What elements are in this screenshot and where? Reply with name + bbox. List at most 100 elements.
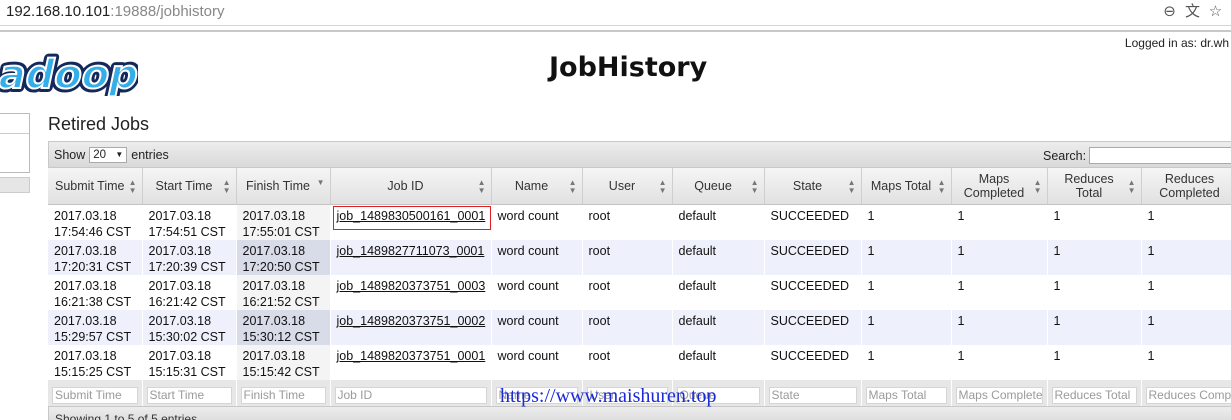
star-icon[interactable]: ☆ <box>1208 3 1223 21</box>
column-header-queue[interactable]: Queue ▲ ▼ <box>672 168 765 205</box>
filter-input-state[interactable]: State <box>768 386 857 404</box>
cell-state: SUCCEEDED <box>764 239 861 275</box>
cell-text: 1 <box>1147 208 1155 223</box>
filter-input-submit[interactable]: Submit Time <box>52 386 138 404</box>
sort-both-icon: ▲ ▼ <box>847 178 856 195</box>
column-header-reduces-completed[interactable]: Reduces Completed▲▼ <box>1141 168 1231 205</box>
cell-name: word count <box>491 274 582 310</box>
address-bar[interactable]: 192.168.10.101:19888/jobhistory ⊖ 文 ☆ <box>0 0 1231 26</box>
cell-reduces-total: 1 <box>1047 309 1141 345</box>
entries-label: entries <box>131 148 169 162</box>
cell-text: default <box>678 313 717 328</box>
cell-text: 1 <box>867 313 875 328</box>
cell-maps-completed: 1 <box>951 344 1047 380</box>
job-id-link[interactable]: job_1489820373751_0003 <box>337 279 486 293</box>
cell-text: 17:20:31 CST <box>54 259 132 274</box>
url-text[interactable]: 192.168.10.101:19888/jobhistory <box>6 3 225 20</box>
cell-text: word count <box>497 313 559 328</box>
cell-text: default <box>678 208 717 223</box>
column-header-label: Maps Total <box>870 178 932 193</box>
zoom-out-icon[interactable]: ⊖ <box>1162 3 1177 21</box>
cell-text: 17:54:46 CST <box>54 224 132 239</box>
sort-desc-icon: ▼ <box>316 178 325 187</box>
job-id-link[interactable]: job_1489820373751_0002 <box>337 314 486 328</box>
sort-both-icon: ▲ ▼ <box>128 178 137 195</box>
cell-text: 2017.03.18 <box>242 348 306 363</box>
watermark: https://www.maishuren.top <box>500 385 717 407</box>
show-label: Show <box>54 148 86 162</box>
column-header-reduces-total[interactable]: Reduces Total ▲ ▼ <box>1047 168 1142 205</box>
cell-text: default <box>678 348 717 363</box>
table-row: 2017.03.18 15:15:25 CST 2017.03.18 15:15:31… <box>48 344 1231 380</box>
column-header-name[interactable]: Name ▲ ▼ <box>491 168 583 205</box>
cell-queue: default <box>672 204 764 240</box>
cell-text: 1 <box>957 243 965 258</box>
cell-text: 1 <box>867 278 875 293</box>
cell-state: SUCCEEDED <box>764 204 861 240</box>
cell-text: word count <box>497 348 559 363</box>
left-nav-tab[interactable] <box>0 177 30 193</box>
cell-text: root <box>588 348 611 363</box>
cell-submit: 2017.03.18 17:54:46 CST <box>48 204 142 240</box>
cell-maps-total: 1 <box>861 309 951 345</box>
column-header-state[interactable]: State ▲ ▼ <box>764 168 862 205</box>
cell-jobid: job_1489820373751_0001 <box>330 344 491 380</box>
url-path: :19888/jobhistory <box>110 3 225 20</box>
column-header-maps-completed[interactable]: Maps Completed ▲ ▼ <box>951 168 1048 205</box>
table-info: Showing 1 to 5 of 5 entries <box>55 412 198 420</box>
cell-text: word count <box>497 278 559 293</box>
cell-text: 2017.03.18 <box>242 208 306 223</box>
column-header-label: Reduces Completed <box>1159 171 1220 200</box>
search-input[interactable] <box>1089 147 1231 164</box>
cell-finish: 2017.03.18 16:21:52 CST <box>236 274 330 310</box>
cell-state: SUCCEEDED <box>764 344 861 380</box>
cell-text: 1 <box>957 278 965 293</box>
cell-text: 2017.03.18 <box>148 348 212 363</box>
page-size-select[interactable]: 20 ▼ <box>89 147 128 163</box>
cell-text: root <box>588 208 611 223</box>
column-header-jobid[interactable]: Job ID ▲ ▼ <box>330 168 492 205</box>
column-header-label: State <box>792 178 823 193</box>
filter-input-maps-completed[interactable]: Maps Complete <box>955 386 1043 404</box>
left-nav-panel[interactable] <box>0 113 30 173</box>
filter-input-maps-total[interactable]: Maps Total <box>865 386 947 404</box>
job-id-link[interactable]: job_1489827711073_0001 <box>337 244 485 258</box>
column-header-start[interactable]: Start Time ▲ ▼ <box>142 168 237 205</box>
cell-text: root <box>588 243 611 258</box>
cell-text: 1 <box>957 348 965 363</box>
cell-queue: default <box>672 309 764 345</box>
column-header-finish[interactable]: Finish Time ▼ <box>236 168 331 205</box>
filter-input-jobid[interactable]: Job ID <box>334 386 487 404</box>
cell-text: SUCCEEDED <box>770 348 850 363</box>
column-header-user[interactable]: User ▲ ▼ <box>582 168 673 205</box>
translate-icon[interactable]: 文 <box>1185 3 1200 21</box>
cell-text: 2017.03.18 <box>54 243 117 258</box>
hadoop-logo: adoop adoop <box>0 52 138 96</box>
cell-text: 1 <box>867 243 875 258</box>
column-header-maps-total[interactable]: Maps Total ▲ ▼ <box>861 168 952 205</box>
filter-input-reduces-total[interactable]: Reduces Total <box>1051 386 1137 404</box>
column-header-label: Reduces Total <box>1064 171 1114 200</box>
cell-text: 15:30:02 CST <box>148 329 226 344</box>
filter-input-finish[interactable]: Finish Time <box>240 386 326 404</box>
cell-text: 16:21:42 CST <box>148 294 226 309</box>
cell-text: 2017.03.18 <box>242 313 306 328</box>
table-row: 2017.03.18 17:20:31 CST 2017.03.18 17:20:39… <box>48 239 1231 275</box>
cell-text: 2017.03.18 <box>54 208 117 223</box>
column-header-label: Maps Completed <box>963 171 1025 200</box>
cell-text: default <box>678 243 717 258</box>
column-header-submit[interactable]: Submit Time ▲ ▼ <box>48 168 143 205</box>
filter-input-start[interactable]: Start Time <box>146 386 232 404</box>
filter-input-reduces-completed[interactable]: Reduces Comp <box>1145 386 1231 404</box>
cell-finish: 2017.03.18 17:55:01 CST <box>236 204 330 240</box>
cell-start: 2017.03.18 15:15:31 CST <box>142 344 236 380</box>
job-id-link[interactable]: job_1489830500161_0001 <box>337 209 486 223</box>
job-id-link[interactable]: job_1489820373751_0001 <box>337 349 486 363</box>
cell-jobid: job_1489827711073_0001 <box>330 239 491 275</box>
table-footer: Showing 1 to 5 of 5 entries <box>48 406 1231 420</box>
cell-text: 17:55:01 CST <box>242 224 320 239</box>
cell-user: root <box>582 239 672 275</box>
cell-text: 2017.03.18 <box>242 278 306 293</box>
cell-start: 2017.03.18 17:20:39 CST <box>142 239 236 275</box>
column-header-label: Name <box>514 178 549 193</box>
